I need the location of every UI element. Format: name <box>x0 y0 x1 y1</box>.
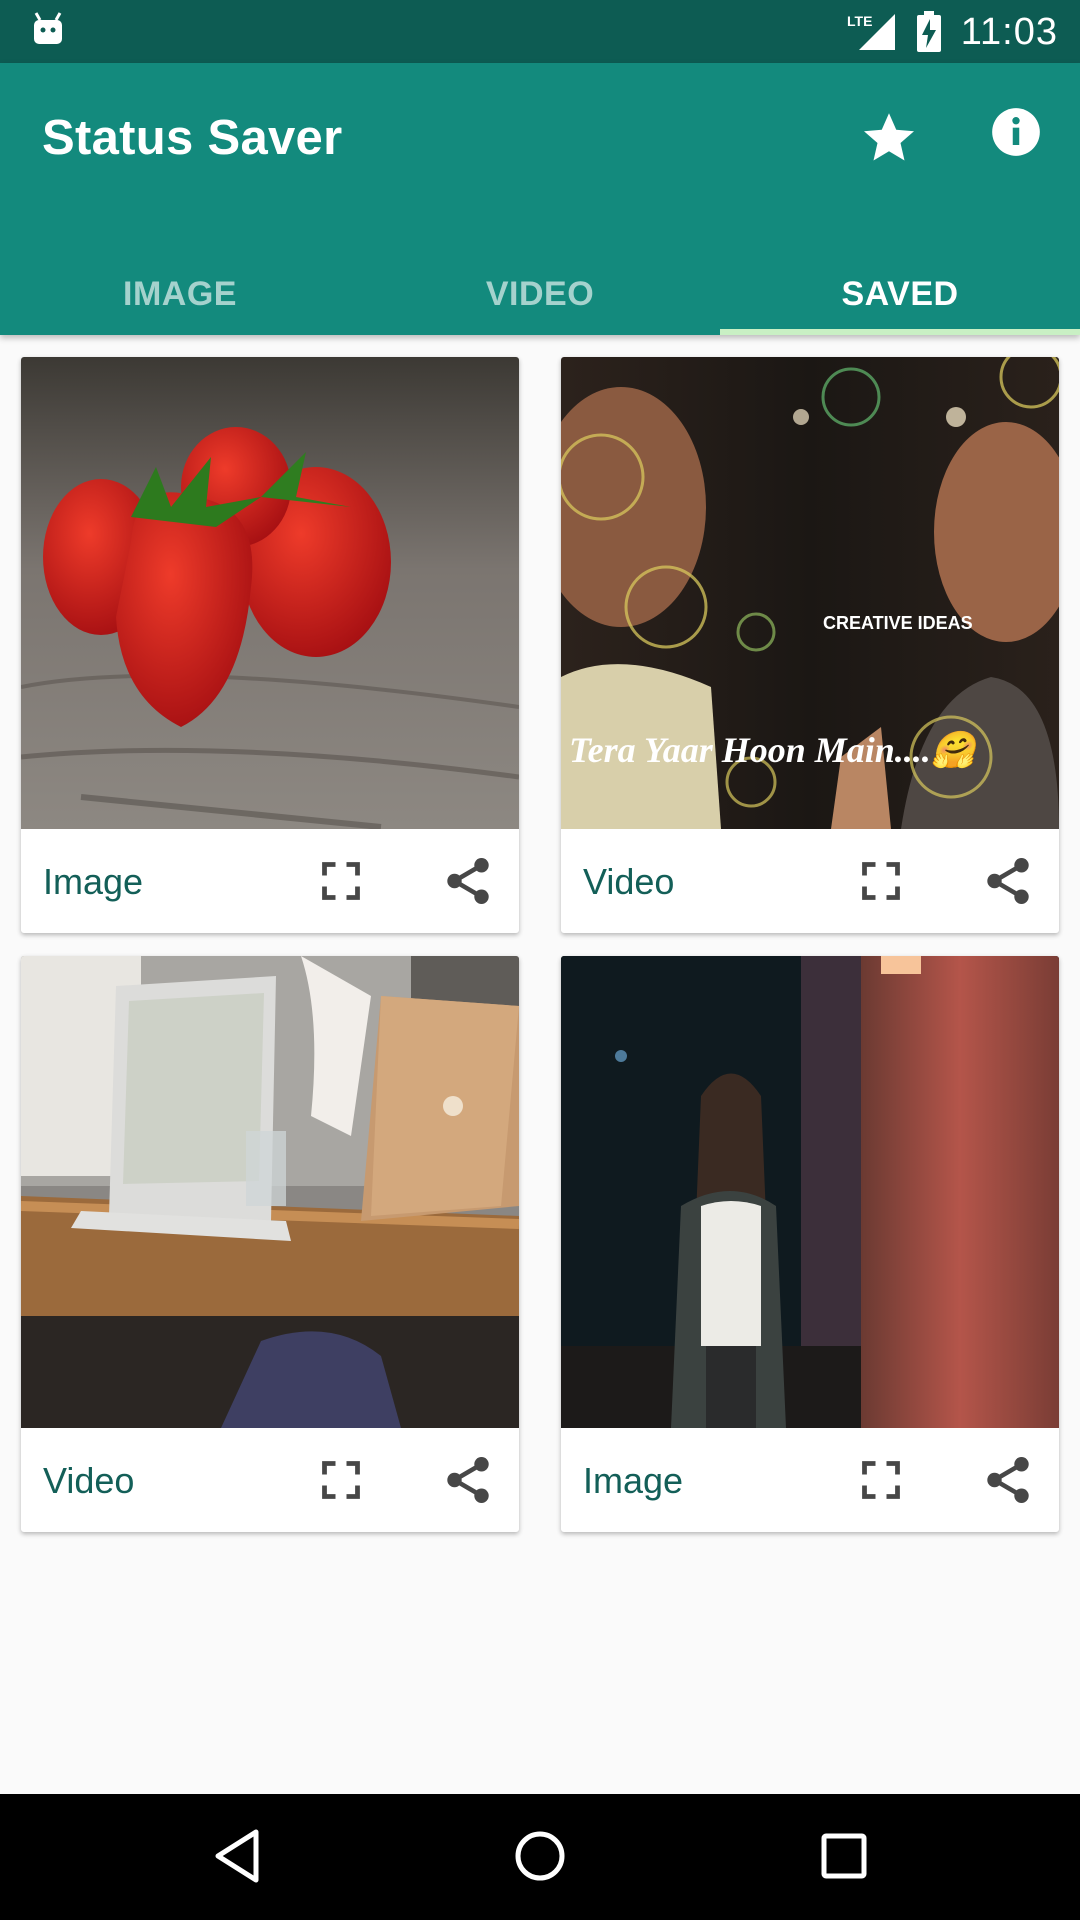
tab-bar: IMAGE VIDEO SAVED <box>0 263 1080 335</box>
saved-card: CREATIVE IDEAS Tera Yaar Hoon Main....🤗 … <box>561 357 1059 933</box>
share-icon[interactable] <box>441 853 495 909</box>
system-navigation-bar <box>0 1794 1080 1920</box>
lte-signal-icon: LTE <box>847 13 895 50</box>
android-notification-icon <box>34 12 62 44</box>
saved-card: Image <box>21 357 519 933</box>
clock: 11:03 <box>960 10 1058 53</box>
video-overlay-caption: Tera Yaar Hoon Main....🤗 <box>569 730 983 770</box>
thumbnail-laptops[interactable] <box>21 956 519 1428</box>
saved-card: Video <box>21 956 519 1532</box>
thumbnail-video-men[interactable]: CREATIVE IDEAS Tera Yaar Hoon Main....🤗 <box>561 357 1059 829</box>
app-title: Status Saver <box>42 111 343 165</box>
svg-text:LTE: LTE <box>847 13 872 29</box>
share-icon[interactable] <box>981 1452 1035 1508</box>
share-icon[interactable] <box>981 853 1035 909</box>
tab-image[interactable]: IMAGE <box>0 263 360 335</box>
app-bar: Status Saver IMAGE VIDEO SAVED <box>0 63 1080 335</box>
tab-video[interactable]: VIDEO <box>360 263 720 335</box>
fullscreen-icon[interactable] <box>859 1458 903 1502</box>
star-icon[interactable] <box>859 107 919 167</box>
card-actions: Video <box>21 1428 519 1532</box>
card-actions: Video <box>561 829 1059 933</box>
saved-card: Image <box>561 956 1059 1532</box>
status-bar: LTE 11:03 <box>0 0 1080 63</box>
battery-charging-icon <box>916 11 941 52</box>
fullscreen-icon[interactable] <box>319 859 363 903</box>
video-overlay-tag: CREATIVE IDEAS <box>823 613 973 633</box>
back-icon[interactable] <box>212 1828 262 1884</box>
card-type-label: Image <box>43 861 144 902</box>
card-actions: Image <box>21 829 519 933</box>
info-icon[interactable] <box>990 106 1042 158</box>
recents-icon[interactable] <box>820 1828 868 1884</box>
fullscreen-icon[interactable] <box>859 859 903 903</box>
share-icon[interactable] <box>441 1452 495 1508</box>
fullscreen-icon[interactable] <box>319 1458 363 1502</box>
card-type-label: Video <box>43 1460 135 1501</box>
card-actions: Image <box>561 1428 1059 1532</box>
card-type-label: Image <box>583 1460 684 1501</box>
home-icon[interactable] <box>512 1828 568 1884</box>
thumbnail-girl[interactable] <box>561 956 1059 1428</box>
tab-saved[interactable]: SAVED <box>720 263 1080 335</box>
thumbnail-strawberries[interactable] <box>21 357 519 829</box>
card-type-label: Video <box>583 861 675 902</box>
